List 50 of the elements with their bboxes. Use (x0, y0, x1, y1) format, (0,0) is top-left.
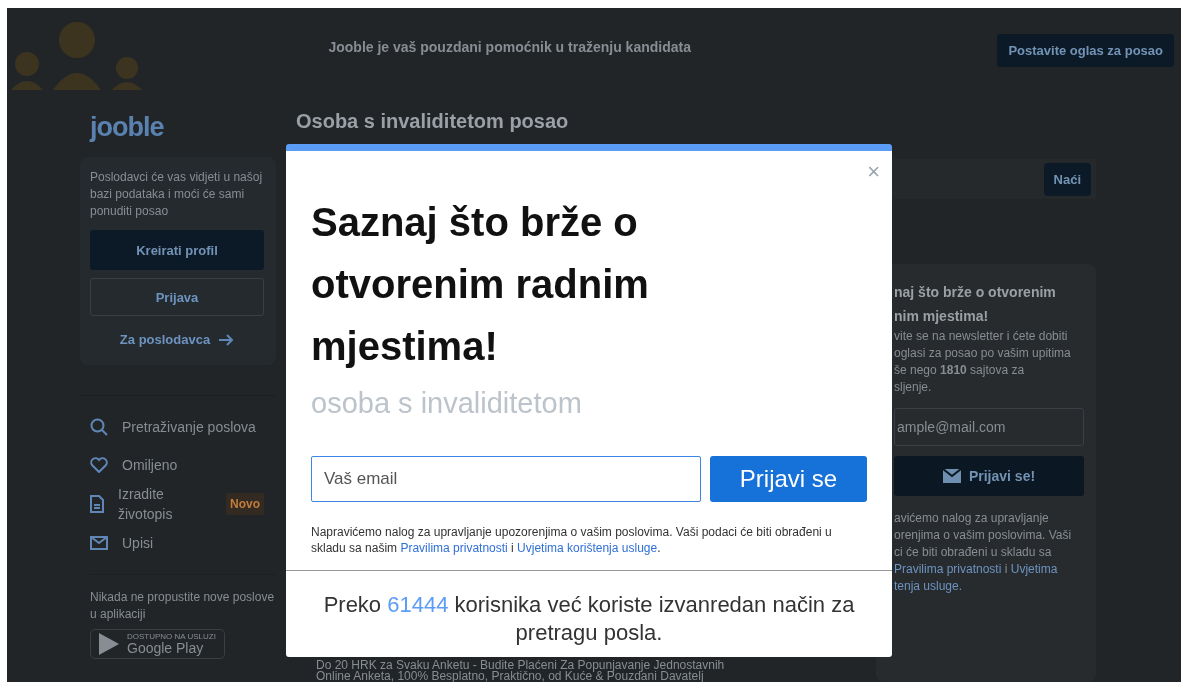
ad-text-line: Do 20 HRK za Svaku Anketu - Budite Plaćeni Za Popunjavanje Jednostavnih (316, 660, 726, 671)
subscribe-button[interactable]: Prijavi se (710, 456, 867, 502)
privacy-link[interactable]: Pravilima privatnosti (400, 541, 508, 555)
mail-icon (90, 536, 108, 550)
email-field[interactable]: Vaš email (311, 456, 701, 502)
newsletter-title-line: naj što brže o otvorenim (894, 283, 1057, 302)
heart-icon (90, 457, 108, 473)
post-job-button[interactable]: Postavite oglas za posao (997, 34, 1174, 67)
store-caption: DOSTUPNO NA USLUZI (127, 632, 216, 641)
page-title: Osoba s invaliditetom posao (296, 110, 570, 133)
newsletter-text-line: sljenje. (894, 379, 933, 396)
newsletter-title-line: nim mjestima! (894, 307, 990, 326)
google-play-badge[interactable]: DOSTUPNO NA USLUZI Google Play (90, 629, 225, 659)
note-text: ci će biti obrađeni u skladu sa (894, 545, 1052, 559)
policy-link[interactable]: tenja usluge. (894, 579, 963, 593)
search-icon (90, 418, 108, 436)
dialog-heading: Saznaj što brže o otvorenim radnim mjestima! (311, 199, 650, 370)
arrow-right-icon (218, 332, 235, 347)
policy-link[interactable]: Pravilima privatnosti (894, 562, 1002, 576)
ad-text-line: Online Anketa, 100% Besplatno, Praktično, od Kuće & Pouzdani Davatelj (316, 671, 705, 682)
note-text: orenjima o vašim poslovima. Vaši (894, 528, 1072, 542)
play-icon (99, 633, 119, 655)
note-text: avićemo nalog za upravljanje (894, 511, 1049, 525)
new-badge: Novo (226, 493, 264, 515)
mail-icon (942, 469, 961, 483)
newsletter-text-line: oglasi za posao po vašim upitima (894, 345, 1072, 362)
promo-text: Poslodavci će vas vidjeti u našoj bazi podataka i moći će sami ponuditi posao (90, 169, 264, 220)
header-tagline: Jooble je vaš pouzdani pomoćnik u traženju kandidata (327, 39, 692, 55)
create-profile-button[interactable]: Kreirati profil (90, 230, 264, 270)
document-icon (90, 495, 104, 513)
app-promo-text: Nikada ne propustite nove poslove u aplikaciji (90, 574, 276, 623)
note-text: i (1003, 562, 1009, 576)
newsletter-subscribe-button[interactable]: Prijavi se! (894, 456, 1084, 496)
search-button[interactable]: Naći (1043, 162, 1091, 196)
users-count-text: Preko 61444 korisnika već koriste izvanredan način za pretragu posla. (286, 570, 892, 647)
login-button[interactable]: Prijava (90, 278, 264, 316)
search-query-text: osoba s invaliditetom (311, 387, 583, 420)
close-button[interactable]: × (867, 161, 880, 183)
privacy-note: Napravićemo nalog za upravljanje upozorenjima o vašim poslovima. Vaši podaci će biti obrađeni u skladu sa našim Pravilima privatnosti i Uvjetima korištenja usluge. (311, 524, 833, 556)
employer-link[interactable]: Za poslodavca (119, 332, 235, 347)
nav-link[interactable]: Omiljeno (122, 457, 178, 473)
newsletter-text-line: vite se na newsletter i ćete dobiti (894, 328, 1069, 345)
newsletter-email-field[interactable]: ample@mail.com (894, 408, 1084, 446)
policy-link[interactable]: Uvjetima (1010, 562, 1058, 576)
jooble-logo[interactable]: jooble (90, 112, 164, 143)
store-name: Google Play (127, 641, 205, 656)
nav-link[interactable]: Izradite životopis (118, 484, 208, 524)
nav-link[interactable]: Upisi (122, 535, 154, 551)
newsletter-text-line: še nego 1810 sajtova za (894, 362, 1026, 379)
nav-link[interactable]: Pretraživanje poslova (122, 419, 256, 435)
